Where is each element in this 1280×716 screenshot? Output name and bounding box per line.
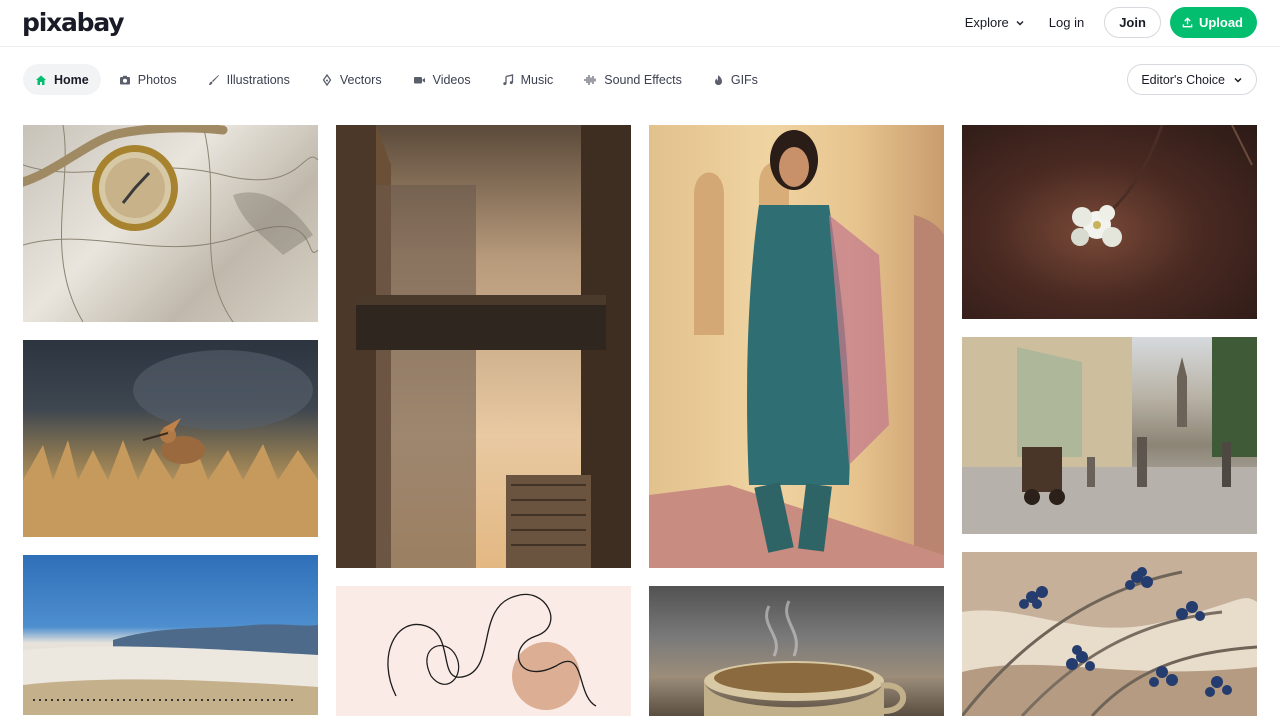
video-camera-icon xyxy=(413,76,425,83)
nav-item-label: Home xyxy=(54,72,89,87)
home-icon xyxy=(36,75,46,85)
header-actions: Explore Log in Join Upload xyxy=(953,7,1257,38)
waveform-icon xyxy=(584,74,596,85)
image-tile-bridge[interactable] xyxy=(336,125,631,568)
image-tile-blossom[interactable] xyxy=(962,125,1257,319)
music-note-icon xyxy=(502,73,513,85)
pen-nib-icon xyxy=(322,73,332,86)
editors-choice-label: Editor's Choice xyxy=(1141,72,1225,87)
berries-illustration xyxy=(962,567,1257,716)
image-tile-woman[interactable] xyxy=(649,125,944,568)
nav-item-label: Illustrations xyxy=(226,72,290,87)
hoopoe-image xyxy=(23,350,318,537)
chevron-down-icon xyxy=(1234,77,1242,83)
line-art-image xyxy=(387,593,597,710)
editors-choice-dropdown[interactable]: Editor's Choice xyxy=(1127,64,1257,95)
nav-item-sound-effects[interactable]: Sound Effects xyxy=(571,64,695,95)
nav-item-videos[interactable]: Videos xyxy=(400,64,484,95)
image-tile-compass[interactable] xyxy=(23,125,318,322)
nav-item-label: Music xyxy=(520,72,554,87)
nav-item-gifs[interactable]: GIFs xyxy=(700,64,771,95)
explore-label: Explore xyxy=(964,15,1009,30)
nav-item-vectors[interactable]: Vectors xyxy=(308,64,395,95)
nav-item-music[interactable]: Music xyxy=(489,64,567,95)
blossom-image xyxy=(1071,125,1253,247)
flame-icon xyxy=(714,74,722,85)
nav-item-illustrations[interactable]: Illustrations xyxy=(195,64,303,95)
image-tile-tea-cup[interactable] xyxy=(649,586,944,716)
woman-teal-dress-image xyxy=(649,130,944,568)
category-nav: Home Photos Illustrations Vectors Videos… xyxy=(23,64,776,95)
login-link[interactable]: Log in xyxy=(1037,15,1096,30)
nav-item-photos[interactable]: Photos xyxy=(106,64,190,95)
top-header: pixabay Explore Log in Join Upload xyxy=(0,0,1280,47)
image-tile-berries[interactable] xyxy=(962,552,1257,716)
upload-button[interactable]: Upload xyxy=(1169,7,1257,38)
old-town-street-image xyxy=(962,337,1257,534)
snow-field-image xyxy=(23,624,318,715)
nav-item-label: Vectors xyxy=(339,72,382,87)
nav-item-label: Photos xyxy=(137,72,177,87)
image-tile-bird[interactable] xyxy=(23,340,318,537)
nav-item-home[interactable]: Home xyxy=(23,64,101,95)
sky-bridge-image xyxy=(336,125,631,568)
chevron-down-icon xyxy=(1016,20,1024,25)
image-tile-line-art[interactable] xyxy=(336,586,631,716)
image-tile-snow-field[interactable] xyxy=(23,555,318,715)
nav-item-label: Videos xyxy=(432,72,471,87)
explore-menu[interactable]: Explore xyxy=(953,15,1037,30)
nav-item-label: GIFs xyxy=(730,72,758,87)
compass-image xyxy=(23,125,318,322)
image-tile-street[interactable] xyxy=(962,337,1257,534)
tea-cup-image xyxy=(704,600,907,716)
pixabay-logo[interactable]: pixabay xyxy=(22,8,125,37)
camera-icon xyxy=(119,75,130,84)
upload-label: Upload xyxy=(1198,15,1243,30)
upload-icon xyxy=(1182,17,1193,28)
join-button[interactable]: Join xyxy=(1104,7,1161,38)
nav-item-label: Sound Effects xyxy=(604,72,682,87)
brush-icon xyxy=(208,74,219,85)
